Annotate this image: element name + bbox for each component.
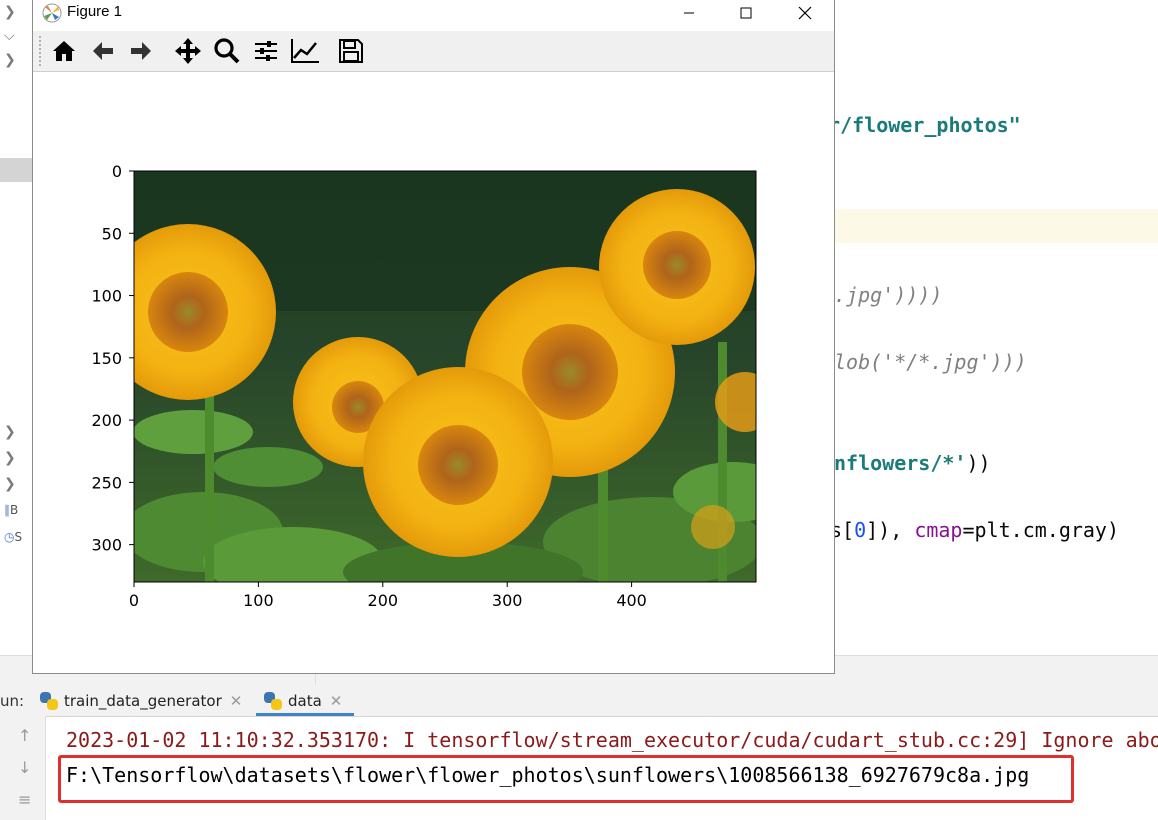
soft-wrap-icon[interactable]: ≡	[18, 790, 31, 809]
figure-window[interactable]: Figure 1 0 100 200 300 400 0 50 100 150 …	[32, 0, 835, 674]
x-tick-label: 100	[243, 591, 274, 610]
title-bar[interactable]: Figure 1	[33, 0, 834, 26]
close-icon	[798, 6, 812, 20]
maximize-icon	[740, 7, 752, 19]
window-title: Figure 1	[67, 3, 123, 20]
back-arrow-icon	[93, 42, 113, 60]
tab-train-data-generator[interactable]: train_data_generator ✕	[40, 686, 242, 716]
forward-button[interactable]	[124, 35, 158, 67]
tab-label: data	[288, 692, 322, 710]
save-button[interactable]	[334, 35, 368, 67]
tree-selected-row[interactable]	[0, 158, 33, 182]
save-icon	[339, 39, 363, 63]
python-icon	[264, 692, 282, 710]
y-tick-label: 250	[91, 473, 122, 492]
y-tick-label: 100	[91, 287, 122, 306]
home-icon	[53, 41, 75, 61]
x-tick-label: 0	[129, 591, 139, 610]
close-button[interactable]	[775, 0, 835, 26]
x-tick-label: 200	[368, 591, 399, 610]
tree-item-s[interactable]: ◷S	[4, 530, 22, 544]
highlight-annotation-box	[58, 755, 1074, 803]
chevron-down-icon[interactable]: ⌵	[4, 28, 15, 44]
pan-icon	[175, 38, 201, 64]
pan-button[interactable]	[171, 35, 205, 67]
chevron-right-icon[interactable]: ❯	[4, 424, 16, 440]
forward-arrow-icon	[131, 42, 151, 60]
active-tab-indicator	[256, 713, 354, 716]
chevron-right-icon[interactable]: ❯	[4, 450, 16, 466]
y-tick-label: 50	[102, 224, 122, 243]
zoom-button[interactable]	[210, 35, 244, 67]
plot: 0 100 200 300 400 0 50 100 150 200 250 300	[91, 162, 757, 610]
minimize-button[interactable]	[659, 0, 719, 26]
x-tick-label: 300	[492, 591, 523, 610]
tab-data[interactable]: data ✕	[264, 686, 342, 716]
console-warning-line: 2023-01-02 11:10:32.353170: I tensorflow…	[66, 728, 1158, 752]
edit-axis-icon	[291, 39, 319, 63]
figure-canvas[interactable]: 0 100 200 300 400 0 50 100 150 200 250 300	[33, 72, 834, 672]
code-line[interactable]: nflowers/*'))	[834, 451, 991, 475]
close-icon[interactable]: ✕	[330, 692, 343, 710]
code-line[interactable]: .jpg'))))	[834, 283, 942, 307]
configure-subplots-button[interactable]	[249, 35, 283, 67]
y-tick-label: 300	[91, 536, 122, 555]
current-line-highlight	[835, 209, 1158, 243]
y-tick-label: 0	[112, 162, 122, 181]
figure-toolbar	[33, 31, 834, 72]
y-tick-label: 150	[91, 349, 122, 368]
sunflower-image	[134, 171, 756, 582]
matplotlib-icon	[42, 3, 62, 23]
home-button[interactable]	[47, 35, 81, 67]
y-tick-label: 200	[91, 411, 122, 430]
tree-item-b[interactable]: ∥B	[4, 503, 18, 517]
close-icon[interactable]: ✕	[230, 692, 243, 710]
chevron-right-icon[interactable]: ❯	[4, 4, 16, 20]
x-tick-label: 400	[616, 591, 647, 610]
clock-icon: ◷	[4, 530, 15, 544]
chevron-right-icon[interactable]: ❯	[4, 476, 16, 492]
configure-subplots-icon	[255, 41, 277, 61]
toolbar-grip[interactable]	[39, 36, 44, 66]
project-tree-panel: ❯ ⌵ ❯ ❯ ❯ ❯ ∥B ◷S	[0, 0, 33, 655]
maximize-button[interactable]	[716, 0, 776, 26]
code-line[interactable]: er/flower_photos"	[816, 113, 1021, 137]
scroll-down-icon[interactable]: ↓	[18, 758, 31, 777]
console-toolbar: ↑ ↓ ≡	[0, 716, 46, 820]
python-icon	[40, 692, 58, 710]
edit-axis-button[interactable]	[288, 35, 322, 67]
chevron-right-icon[interactable]: ❯	[4, 52, 16, 68]
tab-label: train_data_generator	[64, 692, 222, 710]
code-line[interactable]: lob('*/*.jpg')))	[834, 350, 1027, 374]
run-label: un:	[0, 692, 25, 710]
back-button[interactable]	[86, 35, 120, 67]
code-line[interactable]: s[0]), cmap=plt.cm.gray)	[830, 518, 1119, 542]
zoom-icon	[214, 38, 240, 64]
minimize-icon	[684, 12, 694, 14]
scroll-up-icon[interactable]: ↑	[18, 726, 31, 745]
